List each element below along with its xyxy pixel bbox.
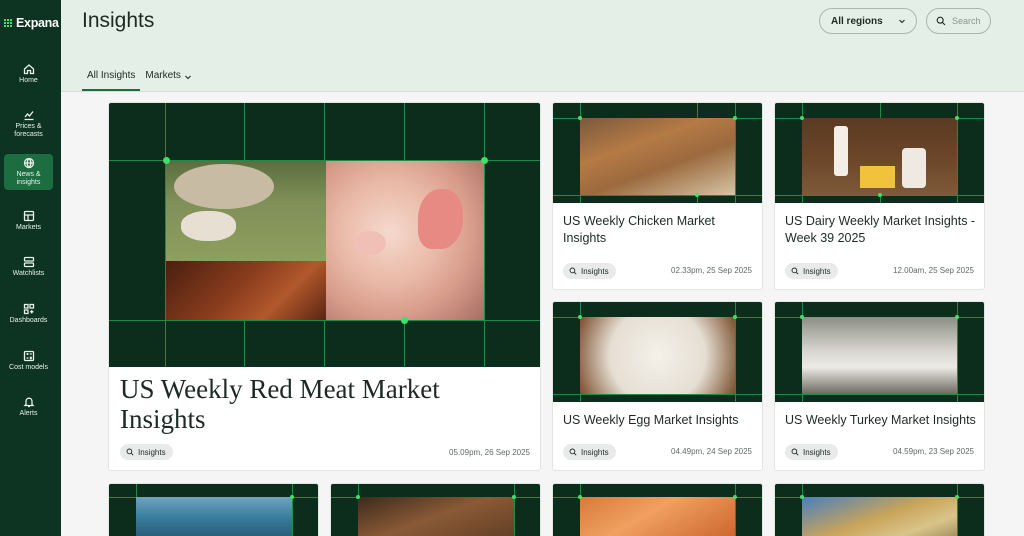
card-date: 05.09pm, 26 Sep 2025 [449,448,530,457]
dairy-photo [802,118,957,195]
tab-label: All Insights [87,70,136,81]
tag-label: Insights [803,266,831,276]
card-date: 04.59pm, 23 Sep 2025 [893,447,974,456]
tag-label: Insights [803,447,831,457]
sidebar-item-watchlists[interactable]: Watchlists [4,249,53,285]
insight-card[interactable]: US Weekly Chicken Market Insights Insigh… [552,102,763,290]
watchlist-icon [23,256,34,268]
sidebar-item-cost-models[interactable]: Cost models [4,343,53,379]
sidebar-item-dashboards[interactable]: Dashboards [4,296,53,332]
insight-tag-icon [569,448,577,456]
search-input[interactable] [952,16,988,26]
sidebar-item-label: Markets [16,224,41,231]
insights-tag: Insights [120,444,173,460]
search-icon [936,16,946,26]
calculator-icon [23,350,34,362]
shellfish-photo [358,497,514,536]
sidebar-item-label: Dashboards [9,317,48,324]
search-box[interactable] [926,8,991,34]
insight-tag-icon [569,267,577,275]
brand-logo[interactable]: Expana [4,16,59,30]
insight-card[interactable] [774,483,985,536]
card-image [109,103,540,367]
banknotes-photo [802,497,957,536]
sidebar-item-label: Home [19,77,38,84]
card-title[interactable]: US Weekly Egg Market Insights [563,412,758,429]
eggs-photo [580,317,735,394]
card-image [553,103,762,203]
sidebar-item-prices-forecasts[interactable]: Prices & forecasts [4,104,53,144]
insight-card[interactable]: US Weekly Egg Market Insights Insights 0… [552,301,763,471]
card-image [775,302,984,402]
insight-card[interactable] [330,483,541,536]
turkeys-photo [802,317,957,394]
card-image [553,484,762,536]
insights-tag: Insights [785,263,838,279]
sidebar-item-label: Prices & forecasts [14,123,43,138]
sheep-photo [166,161,326,261]
card-date: 04.49pm, 24 Sep 2025 [671,447,752,456]
pig-photo [326,161,484,320]
brand-name: Expana [16,16,59,30]
insights-tag: Insights [785,444,838,460]
tab-markets[interactable]: Markets [140,64,197,91]
card-title[interactable]: US Weekly Turkey Market Insights [785,412,980,429]
bell-icon [22,397,35,408]
markets-icon [23,210,34,222]
card-image [331,484,540,536]
card-title[interactable]: US Dairy Weekly Market Insights - Week 3… [785,213,980,247]
sidebar: Expana Home Prices & forecasts News & in… [0,0,61,536]
chevron-down-icon [899,19,905,24]
sidebar-item-news-insights[interactable]: News & insights [4,154,53,190]
globe-icon [23,157,34,169]
tag-label: Insights [581,447,609,457]
card-image [109,484,318,536]
card-title[interactable]: US Weekly Chicken Market Insights [563,213,758,247]
cattle-photo [166,261,326,320]
insight-card[interactable]: US Dairy Weekly Market Insights - Week 3… [774,102,985,290]
insights-tag: Insights [563,263,616,279]
card-image [775,484,984,536]
sidebar-item-alerts[interactable]: Alerts [4,389,53,425]
sidebar-item-label: News & insights [16,171,41,186]
home-icon [23,64,34,75]
tab-all-insights[interactable]: All Insights [82,64,141,91]
card-image [775,103,984,203]
chickens-photo [580,118,735,195]
tag-label: Insights [138,447,166,457]
card-date: 12.00am, 25 Sep 2025 [893,266,974,275]
chevron-down-icon [185,75,191,80]
scallops-photo [580,497,735,536]
insights-tag: Insights [563,444,616,460]
page-header: Insights All regions All Insights Market… [61,0,1024,92]
region-dropdown-value: All regions [831,15,883,27]
page-title: Insights [82,9,155,32]
fish-farm-photo [136,497,292,536]
card-title[interactable]: US Weekly Red Meat Market Insights [120,374,530,434]
card-image [553,302,762,402]
card-date: 02.33pm, 25 Sep 2025 [671,266,752,275]
insight-tag-icon [791,448,799,456]
insight-card[interactable]: US Weekly Turkey Market Insights Insight… [774,301,985,471]
insight-tag-icon [791,267,799,275]
sidebar-item-markets[interactable]: Markets [4,203,53,239]
region-dropdown[interactable]: All regions [819,8,917,34]
tag-label: Insights [581,266,609,276]
insight-card[interactable] [108,483,319,536]
tab-bar: All Insights Markets [82,64,197,91]
sidebar-item-label: Watchlists [12,270,45,277]
tab-label: Markets [145,70,181,81]
sidebar-item-label: Alerts [19,410,38,417]
sidebar-item-home[interactable]: Home [4,56,53,92]
featured-insight-card[interactable]: US Weekly Red Meat Market Insights Insig… [108,102,541,471]
insight-tag-icon [126,448,134,456]
dashboard-icon [23,303,34,315]
sidebar-item-label: Cost models [9,364,48,371]
chart-icon [24,111,34,121]
logo-mark-icon [4,18,13,28]
insight-card[interactable] [552,483,763,536]
